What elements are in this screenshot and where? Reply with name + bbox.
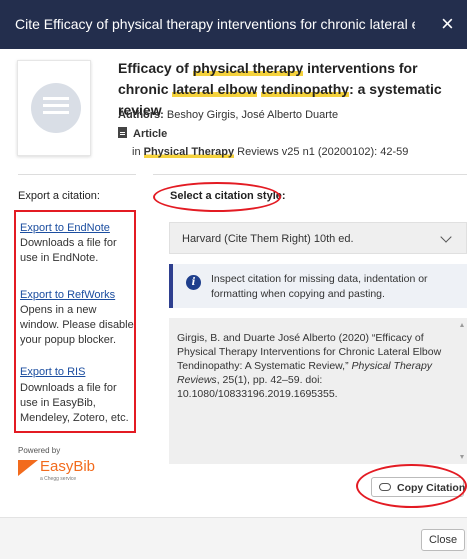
annotation-circle [356, 464, 467, 508]
close-button[interactable]: Close [421, 529, 465, 551]
source-detail: Reviews v25 n1 (20200102): 42-59 [234, 146, 409, 158]
article-icon [118, 127, 127, 138]
powered-by-label: Powered by [18, 446, 61, 455]
easybib-tagline: a Chegg service [40, 476, 77, 482]
document-icon-lines [43, 97, 69, 118]
annotation-circle [153, 182, 281, 212]
divider [18, 174, 136, 175]
citation-style-value: Harvard (Cite Them Right) 10th ed. [182, 233, 354, 245]
record-type: Article [118, 127, 167, 140]
export-refworks-desc: Opens in a new window. Please disable yo… [20, 304, 134, 346]
document-thumbnail [17, 60, 91, 156]
export-heading: Export a citation: [18, 190, 100, 202]
export-ris-desc: Downloads a file for use in EasyBib, Men… [20, 382, 129, 424]
easybib-logo: EasyBib a Chegg service [18, 458, 95, 486]
easybib-mark-icon [18, 460, 38, 476]
close-icon[interactable]: × [441, 9, 465, 39]
export-ris-link[interactable]: Export to RIS [20, 366, 85, 378]
authors-value: Beshoy Girgis, José Alberto Duarte [166, 109, 339, 121]
info-notice: i Inspect citation for missing data, ind… [169, 264, 467, 308]
easybib-brand: EasyBib [40, 458, 96, 475]
chevron-down-icon [440, 231, 452, 243]
divider [153, 174, 467, 175]
record-type-label: Article [133, 128, 168, 140]
source-highlight: Physical Therapy [143, 146, 235, 158]
record-title-highlight: lateral elbow [172, 81, 258, 97]
info-text: Inspect citation for missing data, inden… [211, 273, 428, 300]
record-title-highlight: tendinopathy [261, 81, 350, 97]
record-title-highlight: physical therapy [192, 60, 304, 76]
dialog-title: Cite Efficacy of physical therapy interv… [15, 16, 415, 32]
citation-style-select[interactable]: Harvard (Cite Them Right) 10th ed. [169, 222, 467, 254]
dialog-footer: Close [0, 517, 467, 559]
source-prefix: in [132, 146, 144, 158]
citation-text: Girgis, B. and Duarte José Alberto (2020… [177, 331, 455, 401]
citation-output[interactable]: Girgis, B. and Duarte José Alberto (2020… [169, 318, 467, 464]
info-icon: i [186, 275, 201, 290]
scroll-down-icon[interactable] [460, 455, 464, 459]
record-title-part: Efficacy of [118, 60, 193, 76]
record-source: in Physical Therapy Reviews v25 n1 (2020… [132, 146, 408, 158]
export-endnote-link[interactable]: Export to EndNote [20, 222, 110, 234]
export-endnote-desc: Downloads a file for use in EndNote. [20, 237, 117, 264]
dialog-header: Cite Efficacy of physical therapy interv… [0, 0, 467, 49]
export-refworks-link[interactable]: Export to RefWorks [20, 289, 115, 301]
scroll-up-icon[interactable] [460, 323, 464, 327]
record-authors: Authors: Beshoy Girgis, José Alberto Dua… [118, 109, 338, 121]
authors-label: Authors: [118, 109, 164, 121]
